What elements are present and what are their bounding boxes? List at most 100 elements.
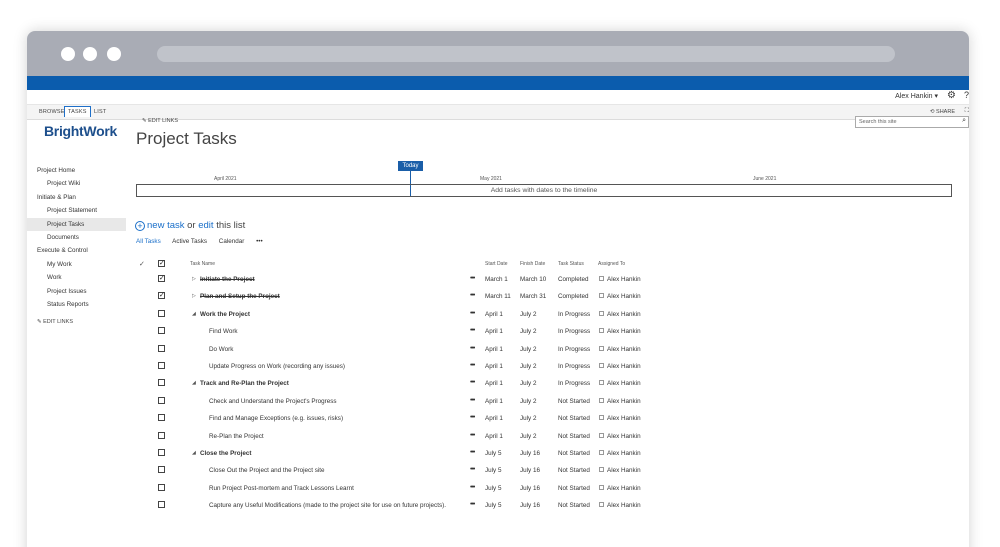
assigned-to[interactable]: Alex Hankin [599, 467, 641, 474]
table-row[interactable]: Update Progress on Work (recording any i… [27, 358, 969, 375]
assigned-to[interactable]: Alex Hankin [599, 276, 641, 283]
row-checkbox[interactable] [158, 309, 165, 317]
edit-links[interactable]: ✎ EDIT LINKS [142, 118, 178, 124]
tab-browse[interactable]: BROWSE [36, 107, 68, 117]
brand-logo[interactable]: BrightWork [44, 123, 117, 139]
view-all-tasks[interactable]: All Tasks [136, 238, 161, 245]
row-checkbox[interactable] [158, 483, 165, 491]
row-checkbox[interactable] [158, 414, 165, 422]
sidebar-item[interactable]: Project Tasks [27, 217, 126, 231]
collapse-icon[interactable]: ◢ [192, 380, 196, 386]
tab-tasks[interactable]: TASKS [64, 106, 91, 117]
table-row[interactable]: Find Work ••• April 1 July 2 In Progress Alex… [27, 323, 969, 340]
expand-icon[interactable]: ▷ [192, 276, 196, 282]
row-checkbox[interactable] [158, 466, 165, 474]
task-name[interactable]: Find Work [209, 328, 238, 335]
timeline[interactable]: Add tasks with dates to the timeline [136, 184, 952, 197]
more-actions-icon[interactable]: ••• [470, 275, 475, 282]
table-row[interactable]: ✓ ▷ Plan and Setup the Project ••• March 11 M… [27, 288, 969, 305]
more-actions-icon[interactable]: ••• [470, 397, 475, 404]
task-name[interactable]: Plan and Setup the Project [200, 293, 280, 300]
address-bar[interactable] [157, 46, 895, 62]
gear-icon[interactable]: ⚙ [947, 90, 956, 101]
more-actions-icon[interactable]: ••• [470, 310, 475, 317]
assigned-to[interactable]: Alex Hankin [599, 345, 641, 353]
user-menu[interactable]: Alex Hankin ▾ [895, 92, 938, 100]
more-actions-icon[interactable]: ••• [470, 414, 475, 421]
more-actions-icon[interactable]: ••• [470, 449, 475, 456]
more-actions-icon[interactable]: ••• [470, 484, 475, 491]
help-icon[interactable]: ? [964, 90, 969, 100]
more-actions-icon[interactable]: ••• [470, 327, 475, 334]
collapse-icon[interactable]: ◢ [192, 450, 196, 456]
collapse-icon[interactable]: ◢ [192, 311, 196, 317]
task-name[interactable]: Track and Re-Plan the Project [200, 380, 289, 387]
sidebar-item[interactable]: Execute & Control [27, 244, 126, 257]
new-task-link[interactable]: new task [147, 220, 185, 231]
search-input[interactable]: Search this site ⌕ [855, 116, 969, 128]
more-actions-icon[interactable]: ••• [470, 432, 475, 439]
row-checkbox[interactable] [158, 379, 165, 387]
row-checkbox[interactable] [158, 431, 165, 439]
table-row[interactable]: Check and Understand the Project's Progr… [27, 393, 969, 410]
sidebar-item[interactable]: Initiate & Plan [27, 191, 126, 204]
assigned-to[interactable]: Alex Hankin [599, 363, 641, 370]
table-row[interactable]: Capture any Useful Modifications (made t… [27, 497, 969, 514]
task-name[interactable]: Close Out the Project and the Project si… [209, 467, 325, 474]
row-checkbox[interactable] [158, 327, 165, 335]
more-actions-icon[interactable]: ••• [470, 379, 475, 386]
view-calendar[interactable]: Calendar [219, 238, 245, 245]
sidebar-item[interactable]: Documents [27, 231, 126, 244]
more-actions-icon[interactable]: ••• [470, 345, 475, 352]
window-minimize-dot[interactable] [83, 47, 97, 61]
assigned-to[interactable]: Alex Hankin [599, 310, 641, 318]
assigned-to[interactable]: Alex Hankin [599, 450, 641, 457]
task-name[interactable]: Close the Project [200, 450, 251, 457]
table-row[interactable]: ◢ Close the Project ••• July 5 July 16 Not St… [27, 445, 969, 462]
table-row[interactable]: Do Work ••• April 1 July 2 In Progress Alex H… [27, 341, 969, 358]
assigned-to[interactable]: Alex Hankin [599, 328, 641, 335]
assigned-to[interactable]: Alex Hankin [599, 502, 641, 509]
select-all-checkbox[interactable]: ✓ [158, 260, 165, 267]
more-actions-icon[interactable]: ••• [470, 362, 475, 369]
sidebar-item[interactable]: Project Wiki [27, 177, 126, 190]
assigned-to[interactable]: Alex Hankin [599, 415, 641, 422]
table-row[interactable]: Re-Plan the Project ••• April 1 July 2 Not S… [27, 428, 969, 445]
more-actions-icon[interactable]: ••• [470, 501, 475, 508]
table-row[interactable]: Run Project Post-mortem and Track Lesson… [27, 480, 969, 497]
more-actions-icon[interactable]: ••• [470, 466, 475, 473]
column-assigned-to[interactable]: Assigned To [598, 261, 625, 267]
task-name[interactable]: Update Progress on Work (recording any i… [209, 363, 345, 370]
sidebar-item[interactable]: Project Home [27, 164, 126, 177]
table-row[interactable]: Close Out the Project and the Project si… [27, 462, 969, 479]
table-row[interactable]: ✓ ▷ Initiate the Project ••• March 1 March 10… [27, 271, 969, 288]
focus-icon[interactable]: ⛶ [965, 108, 969, 115]
task-name[interactable]: Do Work [209, 346, 233, 353]
task-name[interactable]: Run Project Post-mortem and Track Lesson… [209, 485, 354, 492]
task-name[interactable]: Capture any Useful Modifications (made t… [209, 502, 446, 509]
task-name[interactable]: Re-Plan the Project [209, 433, 264, 440]
row-checkbox[interactable] [158, 344, 165, 352]
expand-icon[interactable]: ▷ [192, 293, 196, 299]
assigned-to[interactable]: Alex Hankin [599, 484, 641, 492]
table-row[interactable]: ◢ Work the Project ••• April 1 July 2 In Prog… [27, 306, 969, 323]
row-checkbox[interactable] [158, 449, 165, 456]
assigned-to[interactable]: Alex Hankin [599, 432, 641, 440]
column-finish-date[interactable]: Finish Date [520, 261, 545, 267]
row-checkbox[interactable] [158, 396, 165, 404]
row-checkbox[interactable]: ✓ [158, 275, 165, 282]
tab-list[interactable]: LIST [91, 107, 109, 117]
assigned-to[interactable]: Alex Hankin [599, 380, 641, 387]
task-name[interactable]: Work the Project [200, 311, 250, 318]
window-maximize-dot[interactable] [107, 47, 121, 61]
view-active-tasks[interactable]: Active Tasks [172, 238, 207, 245]
assigned-to[interactable]: Alex Hankin [599, 293, 641, 300]
plus-icon[interactable]: + [135, 221, 145, 231]
row-checkbox[interactable] [158, 362, 165, 369]
task-name[interactable]: Check and Understand the Project's Progr… [209, 398, 337, 405]
edit-list-link[interactable]: edit [198, 220, 213, 231]
task-name[interactable]: Initiate the Project [200, 276, 255, 283]
more-actions-icon[interactable]: ••• [470, 292, 475, 299]
row-checkbox[interactable]: ✓ [158, 292, 165, 300]
share-button[interactable]: ⟲ SHARE [930, 109, 955, 115]
